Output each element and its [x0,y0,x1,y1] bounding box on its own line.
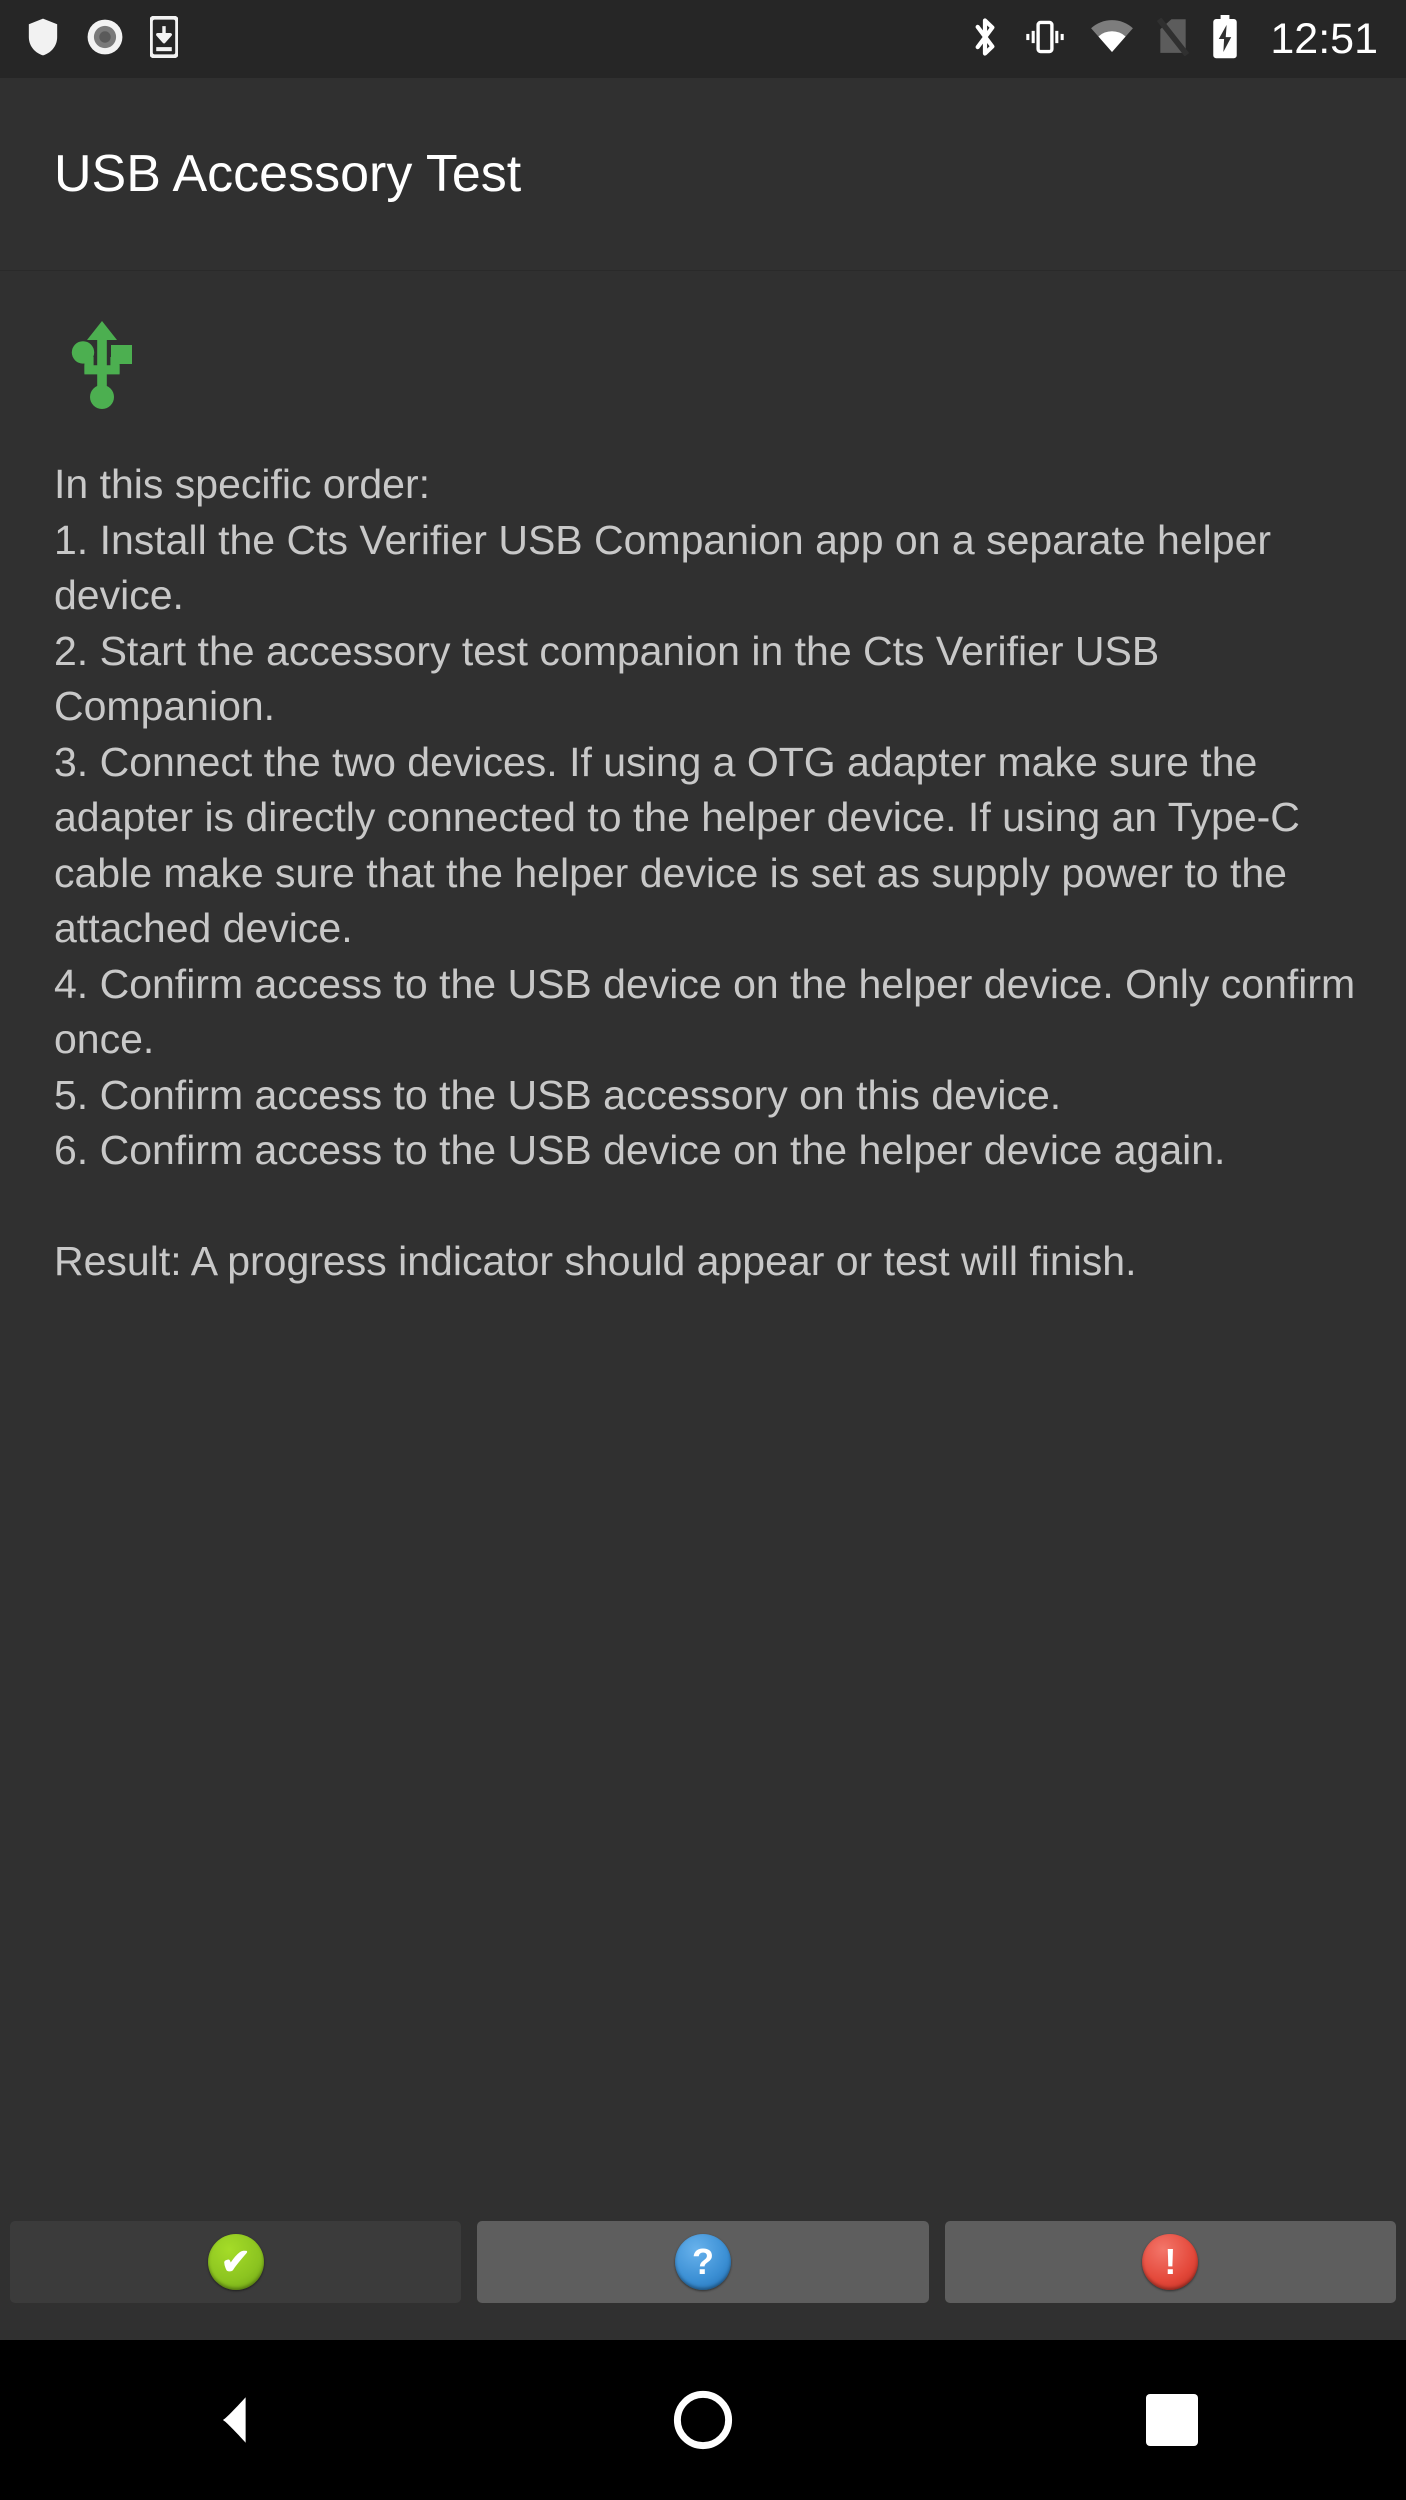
usb-icon [68,320,1406,415]
battery-charging-icon [1212,14,1238,64]
back-triangle-icon [223,2397,246,2443]
question-circle-icon: ? [674,2234,731,2290]
page-title: USB Accessory Test [54,145,522,203]
pass-button[interactable]: ✔ [10,2221,462,2303]
vibrate-icon [1022,18,1068,61]
wifi-icon [1090,19,1134,59]
no-sim-icon [1156,17,1190,61]
nav-back-button[interactable] [134,2340,334,2500]
android-navigation-bar [0,2340,1406,2500]
recents-square-icon [1145,2394,1198,2446]
status-bar: 12:51 [0,0,1406,78]
nav-home-button[interactable] [603,2340,803,2500]
bluetooth-icon [970,15,1000,64]
status-bar-left-icons [0,15,970,63]
info-button[interactable]: ? [477,2221,929,2303]
shield-icon [26,17,60,62]
status-bar-clock: 12:51 [1270,14,1378,63]
status-bar-right-icons: 12:51 [970,14,1406,64]
android-screen: 12:51 USB Accessory Test In this specifi… [0,0,1406,2500]
home-circle-icon [673,2390,733,2450]
exclamation-circle-icon: ! [1142,2234,1199,2290]
fail-button[interactable]: ! [944,2221,1396,2303]
device-download-icon [148,15,180,63]
check-circle-icon: ✔ [207,2234,264,2290]
nav-recents-button[interactable] [1072,2340,1272,2500]
action-bar: USB Accessory Test [0,78,1406,271]
verdict-button-bar: ✔ ? ! [0,2212,1406,2312]
test-content-panel: In this specific order: 1. Install the C… [0,272,1406,2212]
test-instructions-text: In this specific order: 1. Install the C… [54,461,1356,1284]
test-icon-container [0,272,1406,415]
record-circle-icon [86,18,124,61]
